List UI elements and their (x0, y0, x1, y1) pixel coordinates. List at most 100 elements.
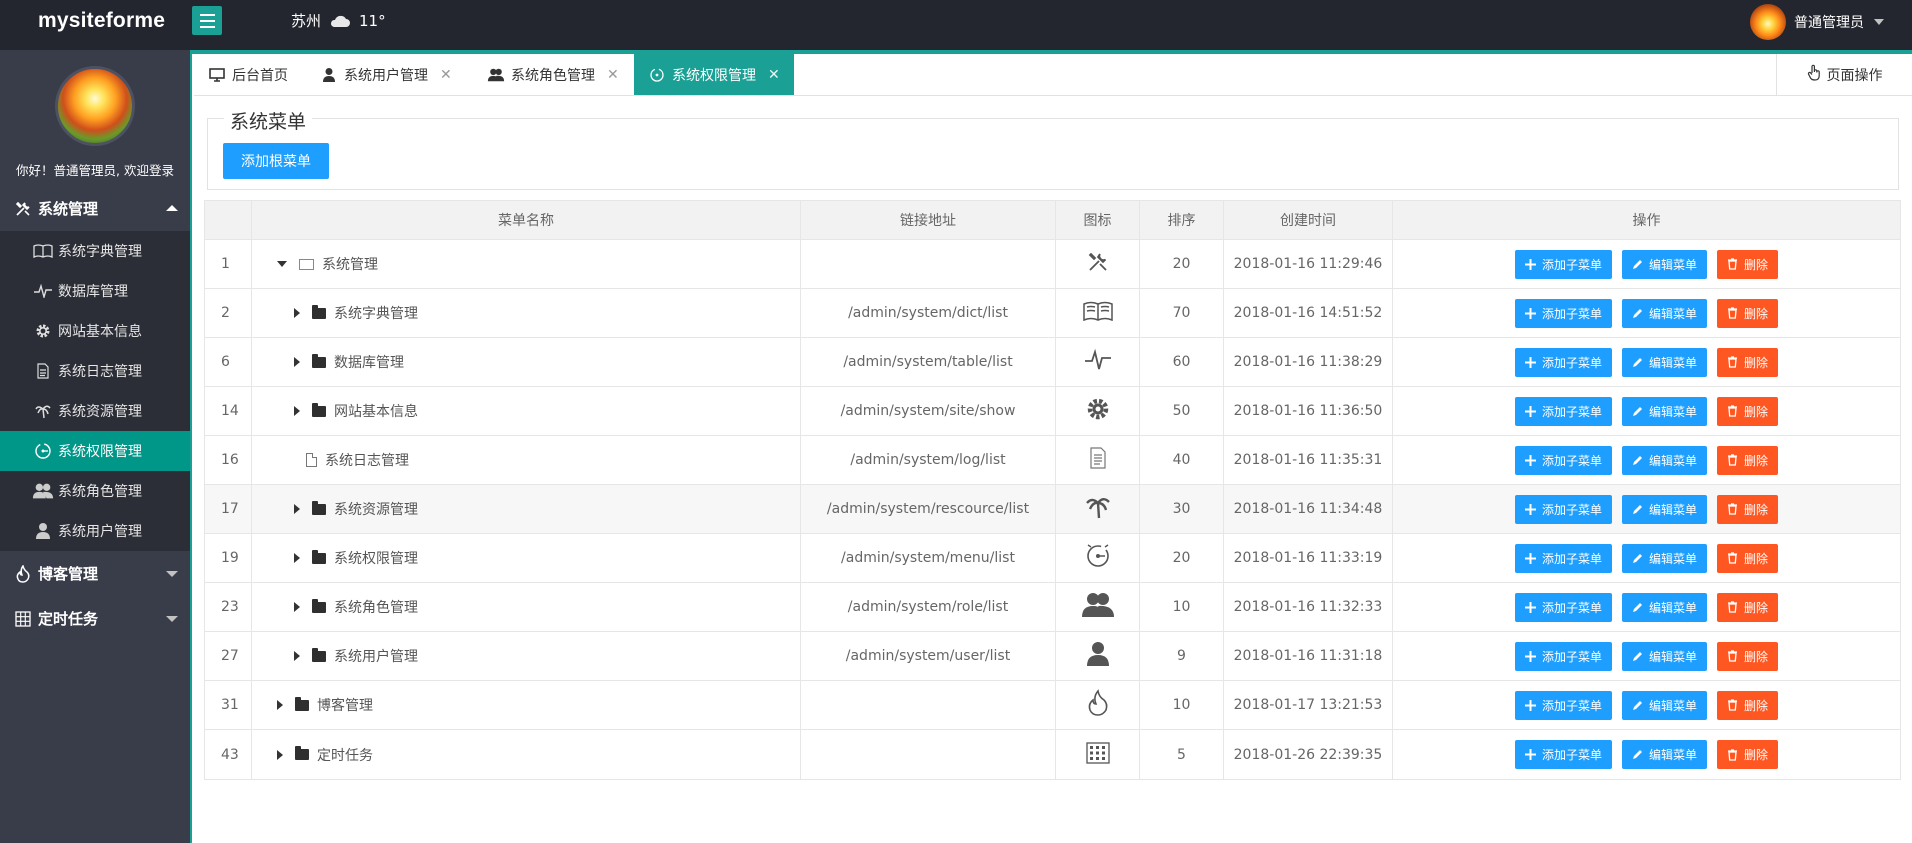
trash-icon (1727, 552, 1738, 564)
page-ops-button[interactable]: 页面操作 (1776, 54, 1912, 95)
tree-node[interactable]: 系统管理 (277, 254, 378, 274)
nav-group-system[interactable]: 系统管理 (0, 186, 190, 231)
tree-node[interactable]: 系统字典管理 (294, 303, 418, 323)
user-menu[interactable]: 普通管理员 (1750, 4, 1884, 40)
add-child-menu-button[interactable]: 添加子菜单 (1514, 543, 1612, 573)
cell-actions: 添加子菜单 编辑菜单 删除 (1393, 387, 1900, 435)
delete-menu-button[interactable]: 删除 (1717, 494, 1779, 524)
tree-node[interactable]: 网站基本信息 (294, 401, 418, 421)
edit-menu-button[interactable]: 编辑菜单 (1621, 543, 1707, 573)
edit-menu-button[interactable]: 编辑菜单 (1621, 445, 1707, 475)
tree-node[interactable]: 系统资源管理 (294, 499, 418, 519)
delete-menu-button[interactable]: 删除 (1717, 592, 1779, 622)
delete-menu-button[interactable]: 删除 (1717, 249, 1779, 279)
sidebar-item-permission[interactable]: 系统权限管理 (0, 431, 190, 471)
menu-toggle-button[interactable] (192, 6, 222, 35)
delete-menu-button[interactable]: 删除 (1717, 641, 1779, 671)
edit-menu-button[interactable]: 编辑菜单 (1621, 298, 1707, 328)
close-icon[interactable]: ✕ (440, 67, 452, 83)
edit-menu-button[interactable]: 编辑菜单 (1621, 347, 1707, 377)
add-child-menu-button[interactable]: 添加子菜单 (1514, 494, 1612, 524)
edit-menu-button[interactable]: 编辑菜单 (1621, 396, 1707, 426)
collapsed-arrow-icon[interactable] (294, 406, 300, 416)
edit-menu-button[interactable]: 编辑菜单 (1621, 690, 1707, 720)
add-child-menu-button[interactable]: 添加子菜单 (1514, 445, 1612, 475)
table-row[interactable]: 17 系统资源管理/admin/system/rescource/list 30 20… (205, 485, 1900, 534)
table-row[interactable]: 27 系统用户管理/admin/system/user/list 9 2018-01-… (205, 632, 1900, 681)
cell-created: 2018-01-16 11:34:48 (1224, 485, 1393, 533)
delete-menu-button[interactable]: 删除 (1717, 740, 1779, 769)
tab-label: 系统角色管理 (511, 67, 595, 84)
table-row[interactable]: 2 系统字典管理/admin/system/dict/list 70 2018-01-… (205, 289, 1900, 338)
collapsed-arrow-icon[interactable] (277, 749, 283, 760)
add-child-menu-button[interactable]: 添加子菜单 (1514, 249, 1612, 279)
add-child-menu-button[interactable]: 添加子菜单 (1514, 592, 1612, 622)
cell-name: 系统管理 (252, 240, 801, 288)
collapsed-arrow-icon[interactable] (294, 553, 300, 563)
menu-name: 系统角色管理 (334, 600, 418, 616)
sidebar-item-resource[interactable]: 系统资源管理 (0, 391, 190, 431)
button-label: 删除 (1744, 551, 1769, 566)
edit-menu-button[interactable]: 编辑菜单 (1621, 740, 1707, 769)
nav-group-blog[interactable]: 博客管理 (0, 551, 190, 596)
tree-node[interactable]: 系统用户管理 (294, 646, 418, 666)
sidebar-item-database[interactable]: 数据库管理 (0, 271, 190, 311)
edit-menu-button[interactable]: 编辑菜单 (1621, 641, 1707, 671)
collapsed-arrow-icon[interactable] (277, 700, 283, 710)
add-root-menu-button[interactable]: 添加根菜单 (223, 143, 329, 179)
collapsed-arrow-icon[interactable] (294, 651, 300, 661)
table-row[interactable]: 16 系统日志管理/admin/system/log/list 40 2018-01-… (205, 436, 1900, 485)
table-row[interactable]: 1 系统管理 20 2018-01-16 11:29:46 添加子菜单 编辑菜单 删除 (205, 240, 1900, 289)
collapsed-arrow-icon[interactable] (294, 504, 300, 514)
table-row[interactable]: 23 系统角色管理/admin/system/role/list 10 2018-01… (205, 583, 1900, 632)
table-row[interactable]: 43 定时任务 5 2018-01-26 22:39:35 添加子菜单 编辑菜单 删除 (205, 730, 1900, 779)
delete-menu-button[interactable]: 删除 (1717, 298, 1779, 328)
add-child-menu-button[interactable]: 添加子菜单 (1514, 396, 1612, 426)
app-logo[interactable]: mysiteforme (38, 9, 165, 33)
add-child-menu-button[interactable]: 添加子菜单 (1514, 641, 1612, 671)
close-icon[interactable]: ✕ (607, 67, 619, 83)
add-child-menu-button[interactable]: 添加子菜单 (1514, 740, 1612, 769)
close-icon[interactable]: ✕ (768, 67, 780, 83)
tab-permission-management[interactable]: 系统权限管理 ✕ (634, 54, 794, 95)
sidebar-item-site-info[interactable]: 网站基本信息 (0, 311, 190, 351)
add-child-menu-button[interactable]: 添加子菜单 (1514, 690, 1612, 720)
tree-node[interactable]: 系统权限管理 (294, 548, 418, 568)
collapsed-arrow-icon[interactable] (294, 308, 300, 318)
delete-menu-button[interactable]: 删除 (1717, 543, 1779, 573)
add-child-menu-button[interactable]: 添加子菜单 (1514, 347, 1612, 377)
edit-menu-button[interactable]: 编辑菜单 (1621, 592, 1707, 622)
tree-node[interactable]: 系统日志管理 (306, 450, 409, 470)
sidebar-item-log[interactable]: 系统日志管理 (0, 351, 190, 391)
pencil-icon (1632, 602, 1643, 613)
add-child-menu-button[interactable]: 添加子菜单 (1514, 298, 1612, 328)
edit-menu-button[interactable]: 编辑菜单 (1621, 249, 1707, 279)
tab-role-management[interactable]: 系统角色管理 ✕ (473, 54, 633, 95)
tree-node[interactable]: 定时任务 (277, 745, 373, 765)
tree-node[interactable]: 数据库管理 (294, 352, 404, 372)
edit-menu-button[interactable]: 编辑菜单 (1621, 494, 1707, 524)
delete-menu-button[interactable]: 删除 (1717, 445, 1779, 475)
sidebar-item-user[interactable]: 系统用户管理 (0, 511, 190, 551)
sidebar-item-role[interactable]: 系统角色管理 (0, 471, 190, 511)
delete-menu-button[interactable]: 删除 (1717, 690, 1779, 720)
tree-node[interactable]: 博客管理 (277, 695, 373, 715)
delete-menu-button[interactable]: 删除 (1717, 396, 1779, 426)
hamburger-line (199, 25, 215, 28)
collapsed-arrow-icon[interactable] (294, 602, 300, 612)
cell-id: 17 (205, 485, 252, 533)
avatar[interactable] (55, 66, 135, 146)
table-row[interactable]: 31 博客管理 10 2018-01-17 13:21:53 添加子菜单 编辑菜单 删除 (205, 681, 1900, 730)
delete-menu-button[interactable]: 删除 (1717, 347, 1779, 377)
tab-user-management[interactable]: 系统用户管理 ✕ (306, 54, 466, 95)
expanded-arrow-icon[interactable] (277, 261, 287, 267)
table-row[interactable]: 19 系统权限管理/admin/system/menu/list 20 2018-01… (205, 534, 1900, 583)
collapsed-arrow-icon[interactable] (294, 357, 300, 367)
nav-group-schedule[interactable]: 定时任务 (0, 596, 190, 641)
tree-node[interactable]: 系统角色管理 (294, 597, 418, 617)
table-row[interactable]: 6 数据库管理/admin/system/table/list 60 2018-01-… (205, 338, 1900, 387)
cell-actions: 添加子菜单 编辑菜单 删除 (1393, 730, 1900, 779)
table-row[interactable]: 14 网站基本信息/admin/system/site/show 50 2018-01… (205, 387, 1900, 436)
tab-home[interactable]: 后台首页 (194, 54, 302, 95)
sidebar-item-dict[interactable]: 系统字典管理 (0, 231, 190, 271)
